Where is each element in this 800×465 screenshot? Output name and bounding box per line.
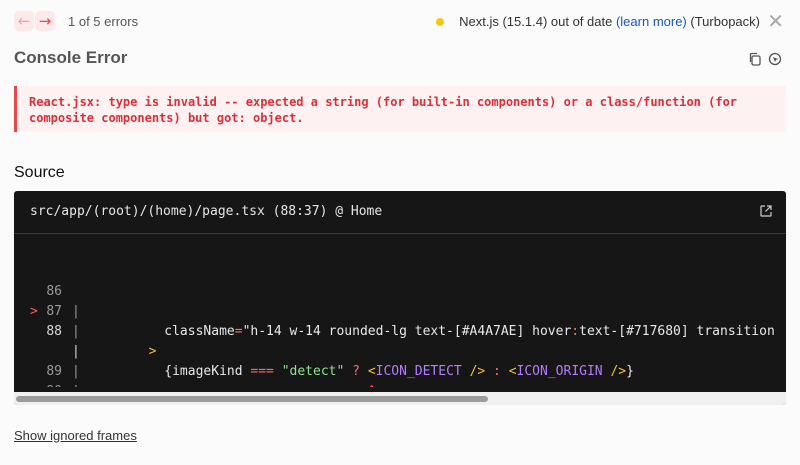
next-error-button[interactable]: → — [35, 11, 55, 31]
show-ignored-frames-link[interactable]: Show ignored frames — [14, 428, 137, 443]
inspect-icon[interactable] — [768, 52, 782, 66]
error-overlay-topbar: ← → 1 of 5 errors Next.js (15.1.4) out o… — [0, 0, 800, 44]
page-title: Console Error — [14, 48, 128, 67]
error-message-box: React.jsx: type is invalid -- expected a… — [14, 86, 786, 132]
arrow-right-icon: → — [38, 12, 52, 30]
code-frame: src/app/(root)/(home)/page.tsx (88:37) @… — [14, 191, 786, 405]
status-dot-icon — [435, 17, 444, 26]
code-text: ^ — [86, 382, 376, 387]
source-heading: Source — [14, 164, 65, 181]
close-icon[interactable]: ✕ — [767, 10, 784, 32]
code-frame-header: src/app/(root)/(home)/page.tsx (88:37) @… — [14, 191, 786, 234]
previous-error-button[interactable]: ← — [14, 11, 34, 31]
code-line: 91 | {/* 라이브 재생/멈춤 토글 버튼 */} — [14, 362, 786, 382]
version-text: Next.js (15.1.4) out of date — [459, 14, 613, 29]
version-status: Next.js (15.1.4) out of date (learn more… — [435, 14, 760, 29]
code-line: 90 | — [14, 342, 786, 387]
code-line-caret: | ^ — [14, 302, 786, 387]
code-lines: 86 | className="h-14 w-14 rounded-lg tex… — [14, 242, 786, 387]
source-file-path[interactable]: src/app/(root)/(home)/page.tsx (88:37) @… — [30, 204, 382, 219]
arrow-left-icon: ← — [17, 12, 31, 30]
horizontal-scrollbar[interactable] — [14, 392, 786, 405]
learn-more-link[interactable]: (learn more) — [616, 14, 687, 29]
line-gutter: | — [72, 382, 80, 387]
error-message: React.jsx: type is invalid -- expected a… — [29, 95, 738, 125]
code-line: 86 | className="h-14 w-14 rounded-lg tex… — [14, 242, 786, 339]
open-in-editor-icon[interactable] — [760, 205, 772, 217]
error-count: 1 of 5 errors — [68, 14, 139, 29]
code-line: 89 | </Button> — [14, 322, 786, 387]
code-line-error: > 88 | {imageKind === "detect" ? <ICON_D… — [14, 282, 786, 379]
copy-icon[interactable] — [748, 52, 762, 66]
code-line: 87 | > — [14, 262, 786, 359]
scrollbar-thumb[interactable] — [16, 396, 488, 402]
bundler-label: (Turbopack) — [690, 14, 760, 29]
